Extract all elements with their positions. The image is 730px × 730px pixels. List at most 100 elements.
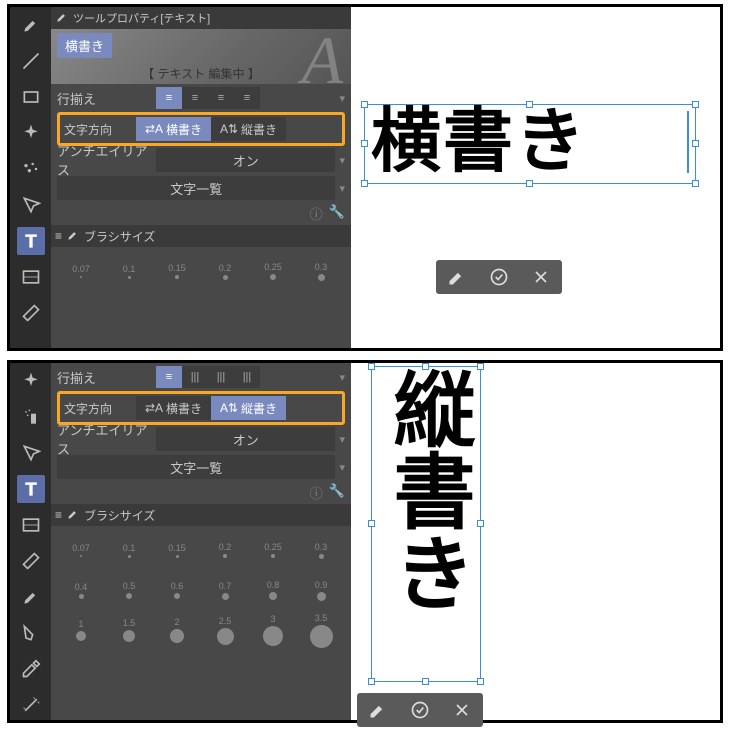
direction-label: 文字方向 <box>64 400 136 417</box>
wrench-icon[interactable]: 🔧 <box>329 204 345 223</box>
edit-icon[interactable] <box>357 693 399 727</box>
brush-size-cell[interactable]: 0.25 <box>249 251 297 291</box>
align-middle-button[interactable]: ||| <box>182 366 208 388</box>
toolbar <box>10 7 51 348</box>
brush-size-cell[interactable]: 1 <box>57 610 105 650</box>
line-align-label: 行揃え <box>57 368 152 387</box>
direction-label: 文字方向 <box>64 121 136 138</box>
align-left-button[interactable]: ≡ <box>156 87 182 109</box>
canvas-text[interactable]: 横書き <box>371 105 689 179</box>
confirm-icon[interactable] <box>399 693 441 727</box>
canvas-area[interactable]: 横書き <box>351 7 720 348</box>
tool-banner: A 横書き 【 テキスト 編集中 】 <box>51 29 351 84</box>
cancel-icon[interactable] <box>441 693 483 727</box>
frame-icon[interactable] <box>17 263 45 291</box>
spray-icon[interactable] <box>17 403 45 431</box>
menu-icon[interactable]: ≡ <box>55 229 62 243</box>
text-cursor <box>687 111 689 173</box>
brush-size-cell[interactable]: 0.2 <box>201 530 249 570</box>
canvas-area[interactable]: 縦書き <box>351 363 720 720</box>
vertical-button[interactable]: A⇅縦書き <box>211 117 286 141</box>
antialias-value[interactable]: オン <box>156 427 335 451</box>
horizontal-button[interactable]: ⇄A横書き <box>136 117 211 141</box>
brush-size-cell[interactable]: 0.4 <box>57 570 105 610</box>
brush-panel-header: ≡ ブラシサイズ <box>51 225 351 247</box>
ruler-icon[interactable] <box>17 547 45 575</box>
brush-size-cell[interactable]: 3.5 <box>297 610 345 650</box>
ruler-icon[interactable] <box>17 299 45 327</box>
align-bottom-button[interactable]: ||| <box>208 366 234 388</box>
chevron-down-icon[interactable]: ▾ <box>339 461 345 474</box>
vertical-button[interactable]: A⇅縦書き <box>211 396 286 420</box>
brush-size-cell[interactable]: 2 <box>153 610 201 650</box>
brush-size-cell[interactable]: 0.15 <box>153 530 201 570</box>
brush-size-cell[interactable]: 0.7 <box>201 570 249 610</box>
menu-icon[interactable]: ≡ <box>55 508 62 522</box>
brush-mini-icon <box>55 10 69 27</box>
char-list-button[interactable]: 文字一覧 <box>57 455 335 479</box>
brush-size-label: ブラシサイズ <box>84 507 155 524</box>
toolbar <box>10 363 51 720</box>
cancel-icon[interactable] <box>520 260 562 294</box>
chevron-down-icon[interactable]: ▾ <box>339 182 345 195</box>
brush-size-cell[interactable]: 0.15 <box>153 251 201 291</box>
brush-size-cell[interactable]: 1.5 <box>105 610 153 650</box>
brush-size-cell[interactable]: 0.8 <box>249 570 297 610</box>
chevron-down-icon[interactable]: ▾ <box>339 371 345 384</box>
text-box-vertical[interactable]: 縦書き <box>371 366 481 682</box>
brush-size-grid[interactable]: 0.070.10.150.20.250.3 0.40.50.60.70.80.9 1… <box>51 526 351 654</box>
align-justify-button[interactable]: ||| <box>234 366 260 388</box>
tool-property-panel: 行揃え ≡ ||| ||| ||| ▾ 文字方向 ⇄A横書き A⇅縦書き アンチ… <box>51 363 351 720</box>
char-list-button[interactable]: 文字一覧 <box>57 176 335 200</box>
brush-size-cell[interactable]: 0.3 <box>297 251 345 291</box>
line-align-label: 行揃え <box>57 89 152 108</box>
text-confirm-bar <box>357 693 483 727</box>
confirm-icon[interactable] <box>478 260 520 294</box>
dust-icon[interactable] <box>17 155 45 183</box>
info-icon[interactable]: ⓘ <box>310 483 323 502</box>
canvas-text[interactable]: 縦書き <box>383 367 469 677</box>
line-icon[interactable] <box>17 47 45 75</box>
align-right-button[interactable]: ≡ <box>208 87 234 109</box>
brush-icon[interactable] <box>17 583 45 611</box>
brush-size-cell[interactable]: 0.9 <box>297 570 345 610</box>
sparkle-icon[interactable] <box>17 367 45 395</box>
sparkle-icon[interactable] <box>17 119 45 147</box>
edit-icon[interactable] <box>436 260 478 294</box>
info-icon[interactable]: ⓘ <box>310 204 323 223</box>
brush-size-cell[interactable]: 0.3 <box>297 530 345 570</box>
align-center-button[interactable]: ≡ <box>182 87 208 109</box>
brush-size-cell[interactable]: 3 <box>249 610 297 650</box>
brush-icon[interactable] <box>17 11 45 39</box>
brush-size-cell[interactable]: 0.5 <box>105 570 153 610</box>
brush-size-cell[interactable]: 0.2 <box>201 251 249 291</box>
chevron-down-icon[interactable]: ▾ <box>339 92 345 105</box>
brush-size-cell[interactable]: 0.07 <box>57 530 105 570</box>
wrench-icon[interactable]: 🔧 <box>329 483 345 502</box>
text-tool-icon[interactable] <box>17 227 45 255</box>
chevron-down-icon[interactable]: ▾ <box>339 154 345 167</box>
brush-size-cell[interactable]: 0.1 <box>105 251 153 291</box>
rect-icon[interactable] <box>17 83 45 111</box>
pen-icon[interactable] <box>17 439 45 467</box>
knife-icon[interactable] <box>17 619 45 647</box>
brush-size-cell[interactable]: 0.1 <box>105 530 153 570</box>
brush-size-cell[interactable]: 0.6 <box>153 570 201 610</box>
dropper-icon[interactable] <box>17 655 45 683</box>
banner-tag: 横書き <box>57 33 112 58</box>
text-box-horizontal[interactable]: 横書き <box>364 104 696 184</box>
chevron-down-icon[interactable]: ▾ <box>339 433 345 446</box>
align-justify-button[interactable]: ≡ <box>234 87 260 109</box>
brush-size-grid[interactable]: 0.070.10.150.20.250.3 <box>51 247 351 295</box>
align-top-button[interactable]: ≡ <box>156 366 182 388</box>
frame-icon[interactable] <box>17 511 45 539</box>
pen-icon[interactable] <box>17 191 45 219</box>
brush-size-cell[interactable]: 0.25 <box>249 530 297 570</box>
text-tool-icon[interactable] <box>17 475 45 503</box>
wand-icon[interactable] <box>17 691 45 719</box>
brush-size-label: ブラシサイズ <box>84 228 155 245</box>
antialias-value[interactable]: オン <box>156 148 335 172</box>
brush-size-cell[interactable]: 0.07 <box>57 251 105 291</box>
horizontal-button[interactable]: ⇄A横書き <box>136 396 211 420</box>
brush-size-cell[interactable]: 2.5 <box>201 610 249 650</box>
